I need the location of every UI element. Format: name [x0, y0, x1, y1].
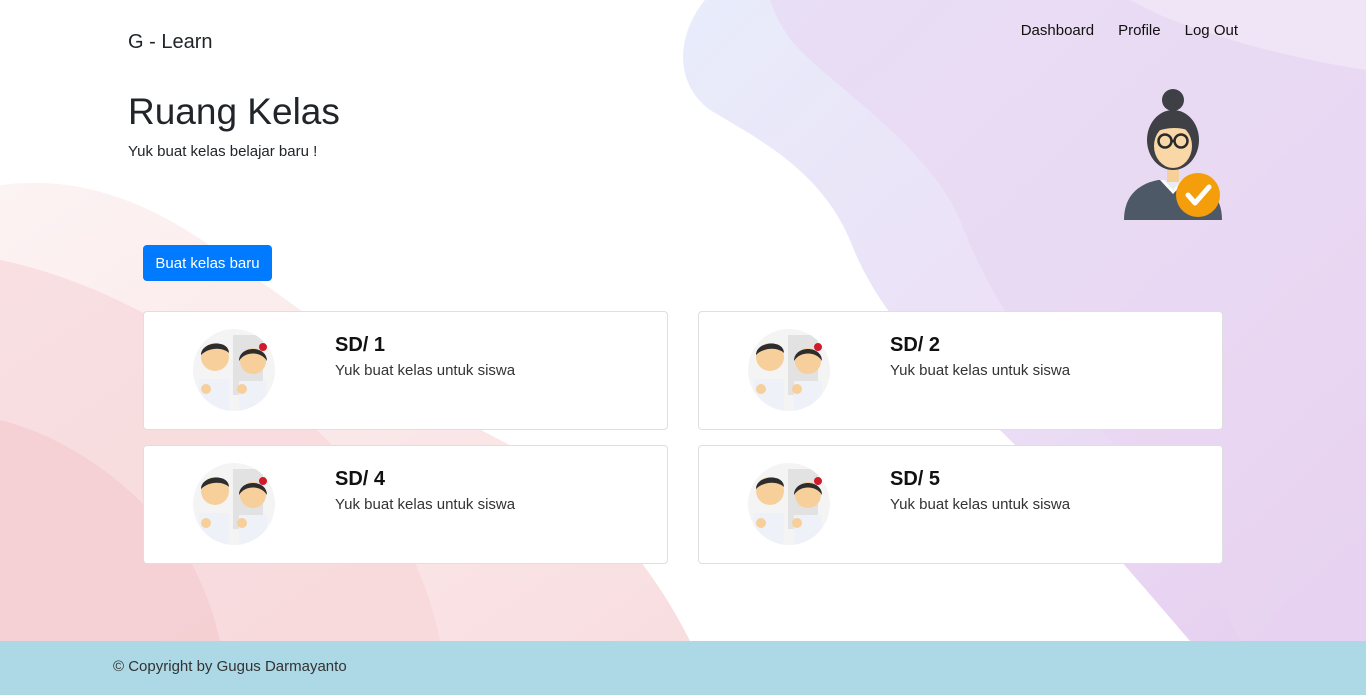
class-description: Yuk buat kelas untuk siswa	[890, 496, 1071, 513]
class-card-sd5[interactable]: SD/ 5 Yuk buat kelas untuk siswa	[698, 445, 1223, 564]
create-class-button[interactable]: Buat kelas baru	[143, 245, 272, 281]
page-footer: © Copyright by Gugus Darmayanto	[0, 641, 1366, 695]
nav-profile-link[interactable]: Profile	[1106, 21, 1173, 41]
nav-dashboard-link[interactable]: Dashboard	[1009, 21, 1106, 41]
class-card-sd1[interactable]: SD/ 1 Yuk buat kelas untuk siswa	[143, 311, 668, 430]
brand-logo[interactable]: G - Learn	[128, 31, 212, 54]
class-title: SD/ 1	[335, 334, 386, 356]
top-navbar: G - Learn Dashboard Profile Log Out	[0, 0, 1366, 84]
class-title: SD/ 4	[335, 468, 386, 490]
copyright-text: © Copyright by Gugus Darmayanto	[113, 658, 347, 675]
page-subtitle: Yuk buat kelas belajar baru !	[128, 143, 318, 160]
class-description: Yuk buat kelas untuk siswa	[335, 362, 516, 379]
class-title: SD/ 5	[890, 468, 941, 490]
students-illustration-icon	[193, 329, 275, 411]
page-title: Ruang Kelas	[128, 91, 340, 132]
class-card-sd4[interactable]: SD/ 4 Yuk buat kelas untuk siswa	[143, 445, 668, 564]
hero-section: Ruang Kelas Yuk buat kelas belajar baru …	[128, 90, 340, 160]
students-illustration-icon	[748, 329, 830, 411]
class-title: SD/ 2	[890, 334, 941, 356]
class-description: Yuk buat kelas untuk siswa	[335, 496, 516, 513]
class-card-sd2[interactable]: SD/ 2 Yuk buat kelas untuk siswa	[698, 311, 1223, 430]
students-illustration-icon	[193, 463, 275, 545]
nav-logout-link[interactable]: Log Out	[1173, 21, 1238, 41]
nav-links: Dashboard Profile Log Out	[1009, 21, 1238, 41]
students-illustration-icon	[748, 463, 830, 545]
teacher-avatar-icon	[1124, 89, 1222, 220]
class-description: Yuk buat kelas untuk siswa	[890, 362, 1071, 379]
